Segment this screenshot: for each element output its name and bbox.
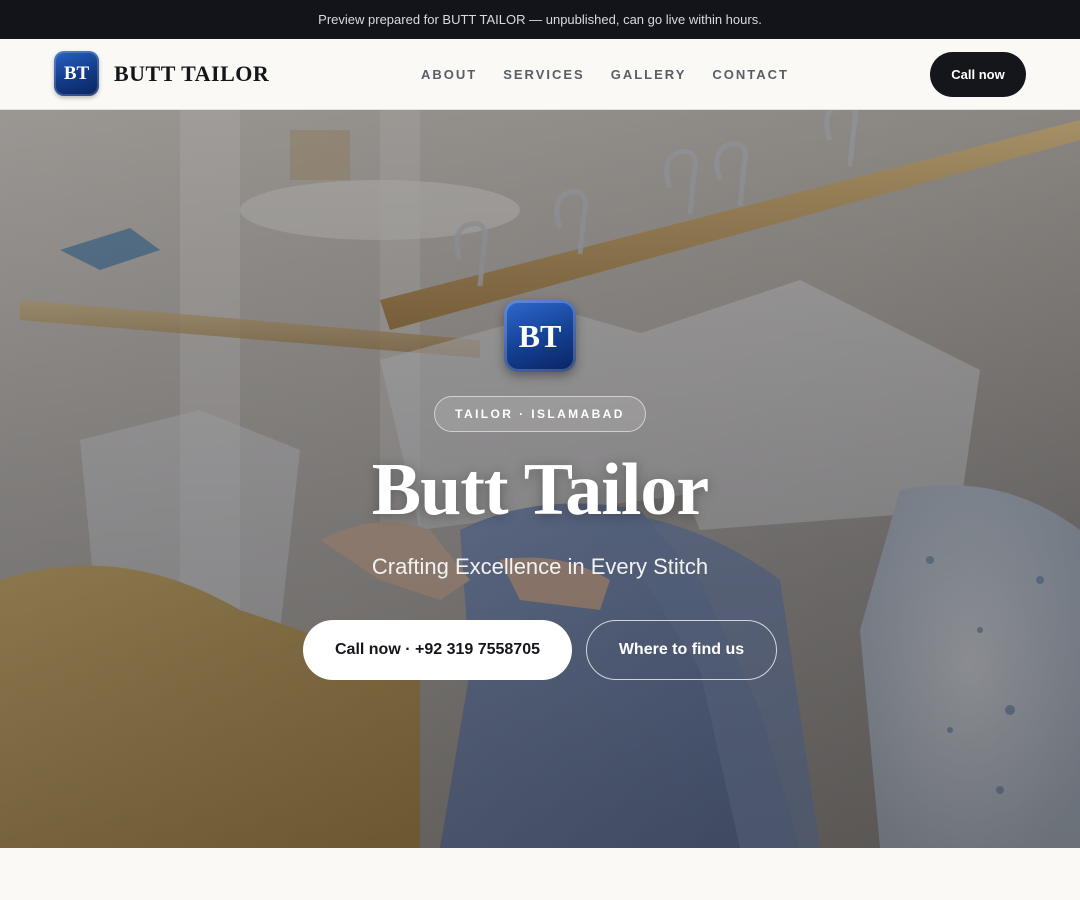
brand-name: BUTT TAILOR xyxy=(114,60,270,86)
brand-link[interactable]: BT BUTT TAILOR xyxy=(54,51,269,96)
nav-services[interactable]: SERVICES xyxy=(503,67,585,82)
announcement-bar: Preview prepared for BUTT TAILOR — unpub… xyxy=(0,0,1080,39)
header-call-now-button[interactable]: Call now xyxy=(930,52,1026,97)
hero-subtitle: Crafting Excellence in Every Stitch xyxy=(371,554,709,579)
site-header: BT BUTT TAILOR ABOUT SERVICES GALLERY CO… xyxy=(0,39,1080,110)
main-nav: ABOUT SERVICES GALLERY CONTACT xyxy=(421,39,789,109)
nav-contact[interactable]: CONTACT xyxy=(712,67,789,82)
logo-badge: BT xyxy=(54,51,99,96)
hero-content: BT TAILOR · ISLAMABAD Butt Tailor Crafti… xyxy=(0,110,1080,848)
hero-section: BT TAILOR · ISLAMABAD Butt Tailor Crafti… xyxy=(0,110,1080,848)
hero-title: Butt Tailor xyxy=(371,449,710,531)
hero-location-pill: TAILOR · ISLAMABAD xyxy=(434,396,646,432)
nav-gallery[interactable]: GALLERY xyxy=(611,67,687,82)
announcement-text: Preview prepared for BUTT TAILOR — unpub… xyxy=(318,12,762,27)
hero-location-button[interactable]: Where to find us xyxy=(586,620,777,680)
hero-call-button[interactable]: Call now · +92 319 7558705 xyxy=(303,620,572,680)
hero-logo-badge: BT xyxy=(504,300,576,372)
nav-about[interactable]: ABOUT xyxy=(421,67,477,82)
